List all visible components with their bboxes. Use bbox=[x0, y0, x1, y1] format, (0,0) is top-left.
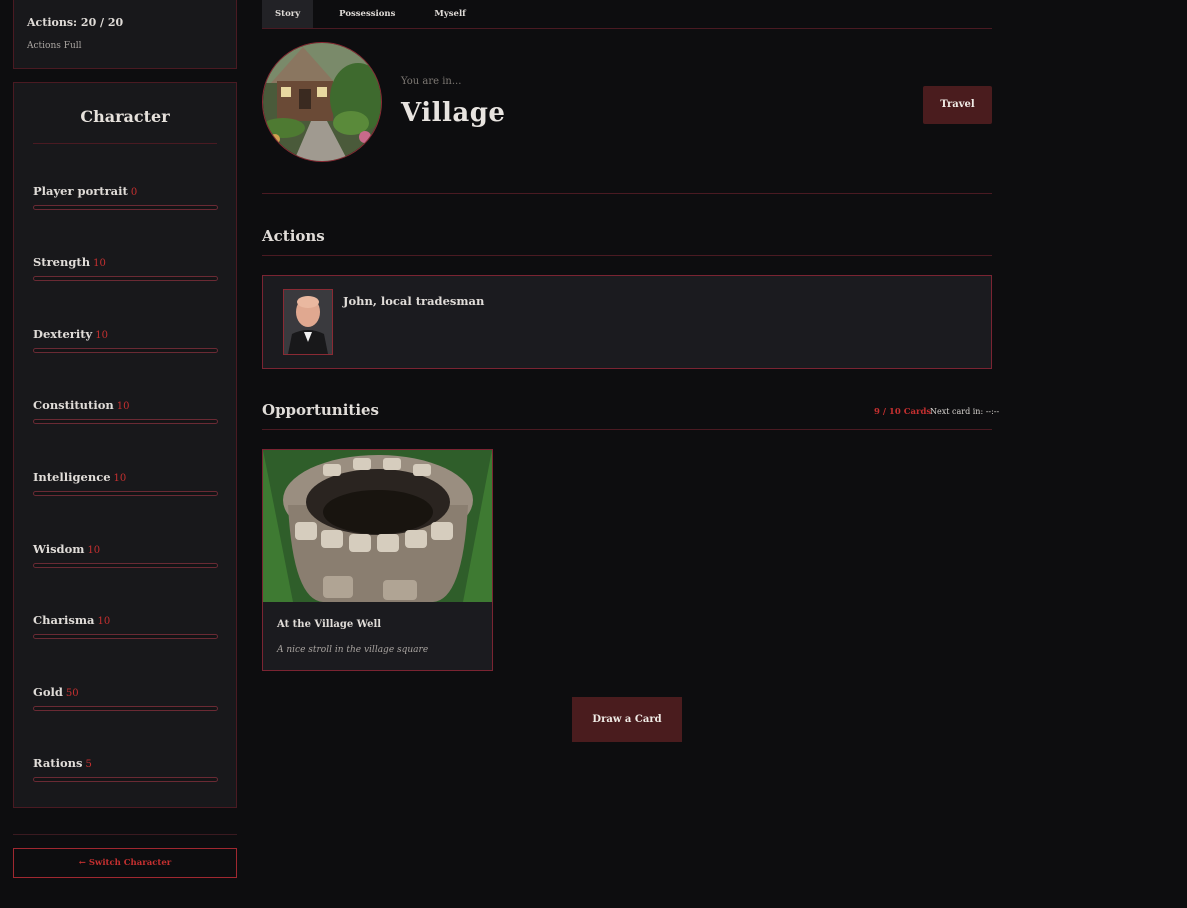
stat-wisdom: Wisdom 10 bbox=[33, 538, 219, 568]
stat-dexterity: Dexterity 10 bbox=[33, 323, 219, 353]
location-name: Village bbox=[401, 98, 506, 128]
opportunity-card[interactable]: At the Village Well A nice stroll in the… bbox=[262, 449, 493, 671]
stat-label: Constitution bbox=[33, 398, 114, 412]
stat-bar bbox=[33, 348, 218, 353]
card-image bbox=[263, 450, 492, 602]
stat-player-portrait: Player portrait 0 bbox=[33, 180, 219, 210]
stat-bar bbox=[33, 205, 218, 210]
divider bbox=[13, 834, 237, 835]
travel-button[interactable]: Travel bbox=[923, 86, 992, 124]
divider bbox=[262, 429, 992, 430]
next-card-timer: Next card in: --:-- bbox=[930, 407, 1000, 416]
stat-value: 10 bbox=[93, 258, 106, 269]
opportunities-title: Opportunities bbox=[262, 401, 380, 419]
stat-intelligence: Intelligence 10 bbox=[33, 466, 219, 496]
stat-rations: Rations 5 bbox=[33, 752, 219, 782]
character-panel: Character Player portrait 0 Strength 10 De… bbox=[13, 82, 237, 808]
stat-bar bbox=[33, 563, 218, 568]
stat-bar bbox=[33, 276, 218, 281]
divider bbox=[262, 193, 992, 194]
stat-label: Wisdom bbox=[33, 542, 85, 556]
switch-character-button[interactable]: ← Switch Character bbox=[13, 848, 237, 878]
location-prefix: You are in... bbox=[401, 76, 462, 87]
card-description: A nice stroll in the village square bbox=[277, 645, 429, 655]
stat-strength: Strength 10 bbox=[33, 251, 219, 281]
stat-label: Intelligence bbox=[33, 470, 111, 484]
stat-bar bbox=[33, 634, 218, 639]
tab-myself[interactable]: Myself bbox=[421, 0, 478, 28]
divider bbox=[33, 143, 217, 144]
cards-count: 9 / 10 Cards bbox=[874, 407, 932, 417]
stat-gold: Gold 50 bbox=[33, 681, 219, 711]
stat-bar bbox=[33, 777, 218, 782]
stat-bar bbox=[33, 706, 218, 711]
stat-label: Dexterity bbox=[33, 327, 93, 341]
stat-label: Rations bbox=[33, 756, 83, 770]
npc-action-card[interactable]: John, local tradesman bbox=[262, 275, 992, 369]
actions-count: Actions: 20 / 20 bbox=[27, 16, 124, 29]
stat-value: 0 bbox=[130, 187, 138, 198]
stat-charisma: Charisma 10 bbox=[33, 609, 219, 639]
tab-story[interactable]: Story bbox=[262, 0, 314, 28]
stat-bar bbox=[33, 419, 218, 424]
stat-value: 50 bbox=[65, 688, 79, 699]
npc-portrait bbox=[283, 289, 333, 355]
actions-panel: Actions: 20 / 20 Actions Full bbox=[13, 0, 237, 69]
divider bbox=[262, 255, 992, 256]
actions-status: Actions Full bbox=[27, 41, 82, 51]
stat-label: Player portrait bbox=[33, 184, 128, 198]
card-title: At the Village Well bbox=[277, 619, 382, 630]
stat-bar bbox=[33, 491, 218, 496]
location-image bbox=[262, 42, 382, 162]
divider bbox=[262, 28, 992, 29]
actions-section-title: Actions bbox=[262, 227, 325, 245]
stat-value: 10 bbox=[97, 616, 111, 627]
stat-label: Gold bbox=[33, 685, 63, 699]
stat-constitution: Constitution 10 bbox=[33, 394, 219, 424]
stat-label: Charisma bbox=[33, 613, 95, 627]
stat-value: 10 bbox=[116, 401, 130, 412]
npc-name: John, local tradesman bbox=[343, 294, 485, 308]
stat-value: 10 bbox=[95, 330, 108, 341]
character-title: Character bbox=[80, 107, 170, 126]
stat-value: 10 bbox=[87, 545, 101, 556]
stat-value: 10 bbox=[113, 473, 127, 484]
stat-label: Strength bbox=[33, 255, 91, 269]
tab-bar: Story Possessions Myself bbox=[262, 0, 479, 28]
stat-value: 5 bbox=[85, 759, 92, 770]
draw-card-button[interactable]: Draw a Card bbox=[572, 697, 682, 742]
tab-possessions[interactable]: Possessions bbox=[326, 0, 408, 28]
